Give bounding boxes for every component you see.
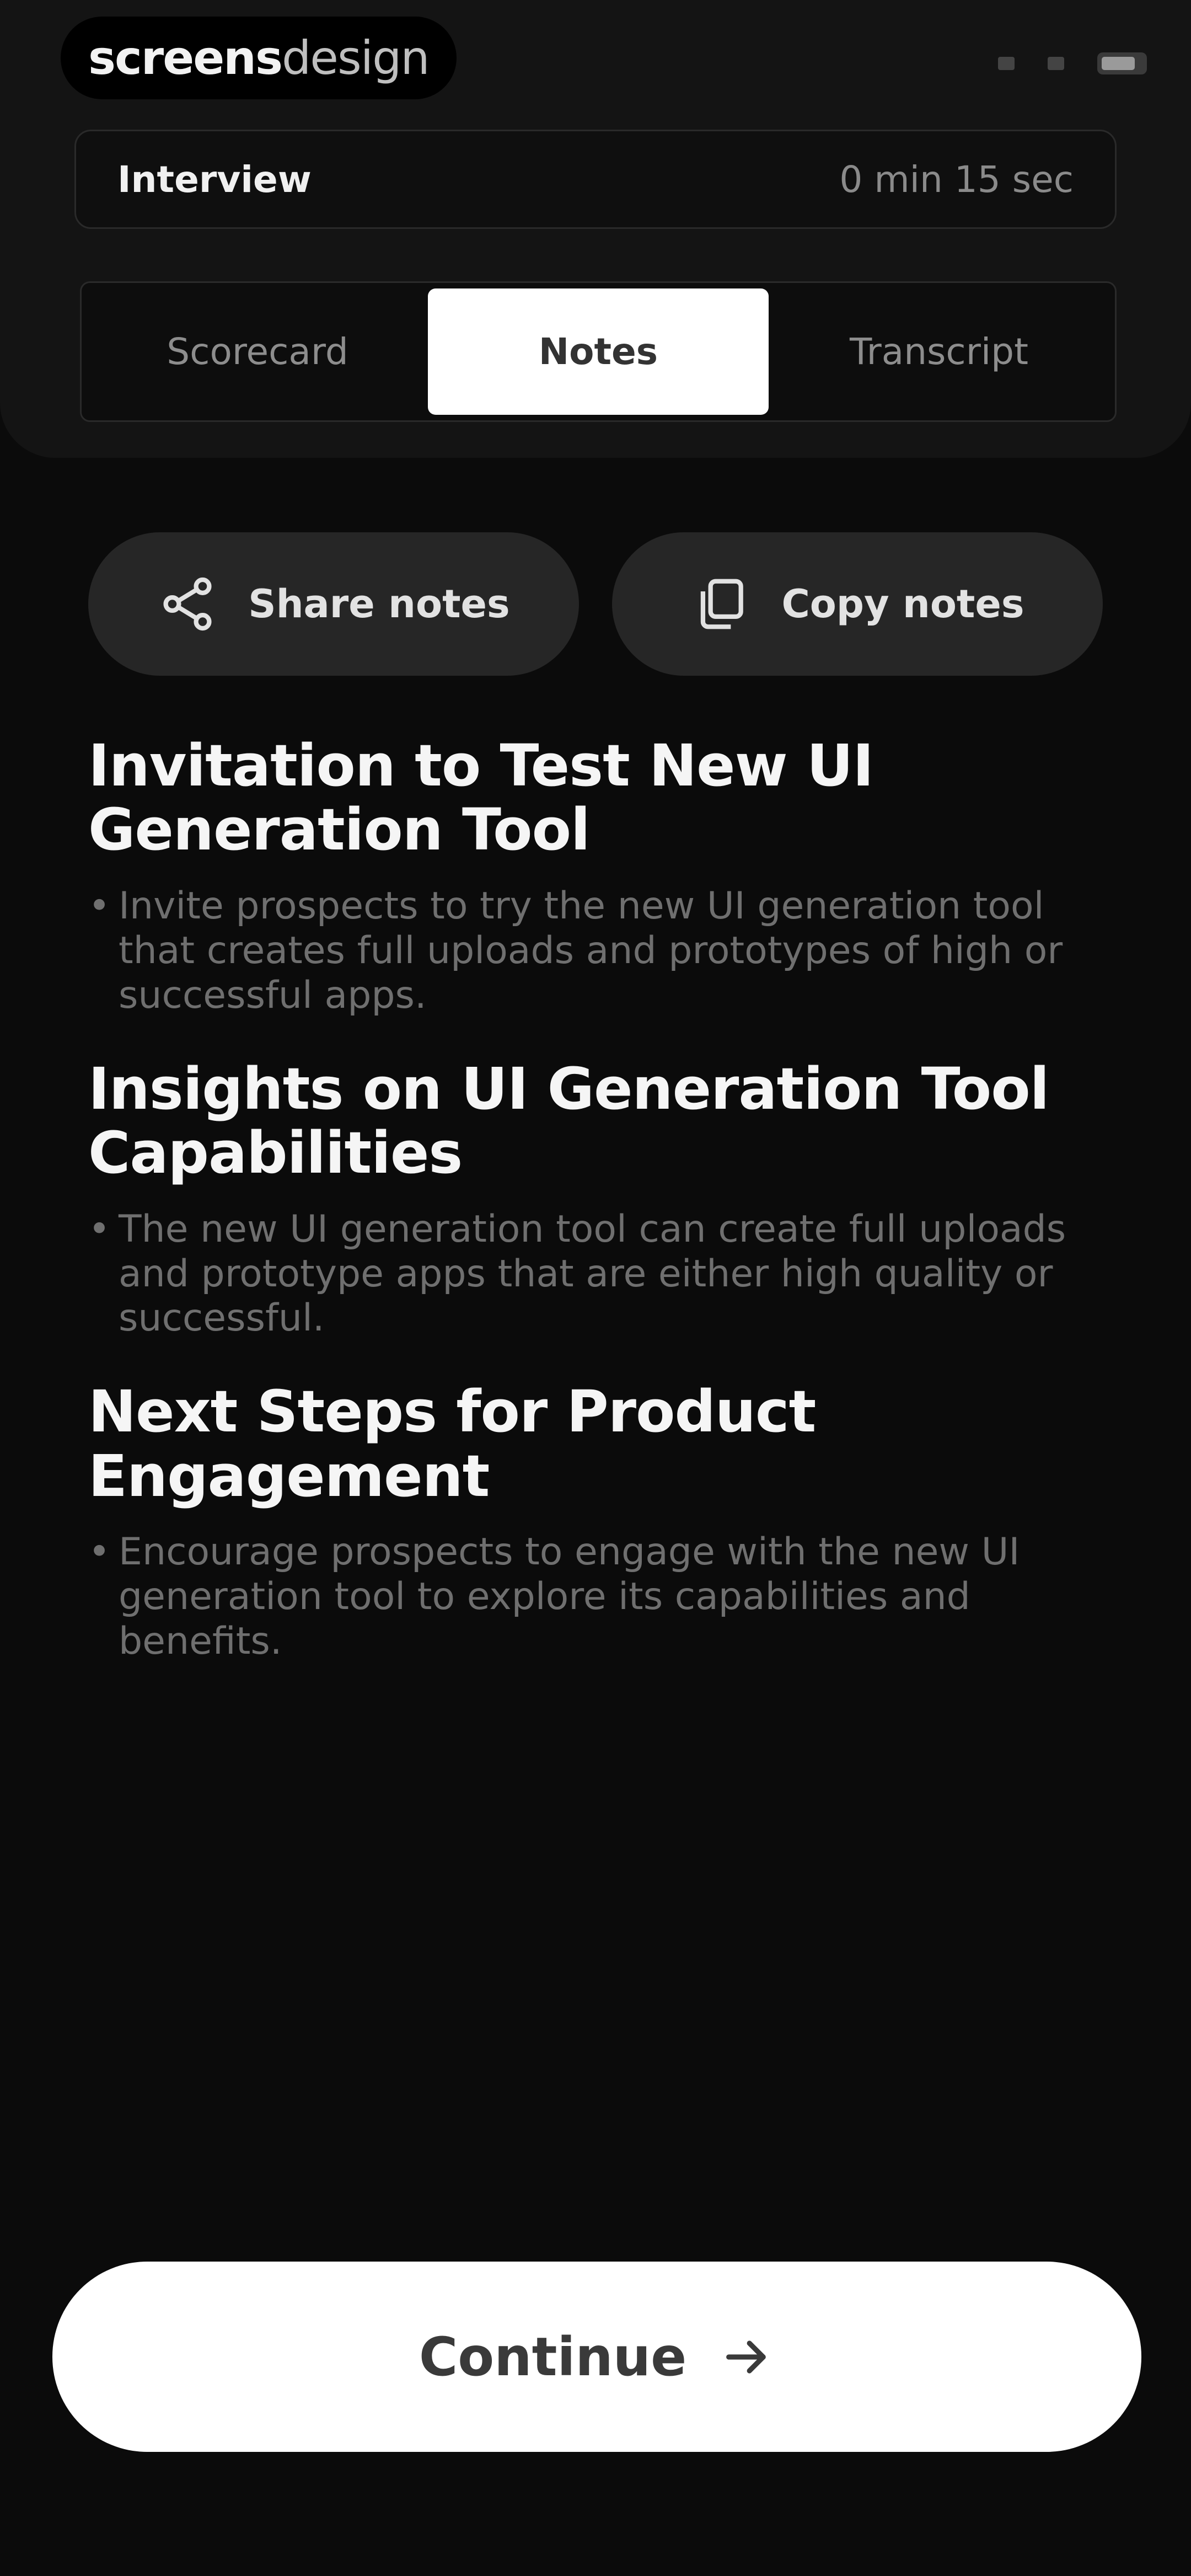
wifi-icon	[1048, 57, 1064, 70]
note-bullet-list: Invite prospects to try the new UI gener…	[88, 884, 1114, 1018]
tab-scorecard[interactable]: Scorecard	[87, 288, 428, 415]
share-notes-button[interactable]: Share notes	[88, 532, 579, 676]
copy-icon	[701, 579, 744, 629]
status-bar-icons	[998, 52, 1147, 74]
note-bullet-list: The new UI generation tool can create fu…	[88, 1207, 1114, 1342]
brand-logo-light: design	[281, 31, 430, 85]
note-section: Insights on UI Generation Tool Capabilit…	[88, 1055, 1114, 1342]
brand-logo: screens design	[61, 17, 457, 99]
note-heading: Insights on UI Generation Tool Capabilit…	[88, 1055, 1049, 1187]
note-bullet: The new UI generation tool can create fu…	[88, 1207, 1114, 1342]
interview-title: Interview	[117, 158, 312, 201]
tab-notes[interactable]: Notes	[428, 288, 769, 415]
note-section: Next Steps for Product Engagement Encour…	[88, 1380, 1114, 1664]
header-card: screens design Interview 0 min 15 sec Sco…	[0, 0, 1191, 458]
share-icon	[163, 577, 212, 631]
continue-button[interactable]: Continue	[52, 2262, 1141, 2452]
note-section: Invitation to Test New UI Generation Too…	[88, 734, 1114, 1018]
note-bullet: Encourage prospects to engage with the n…	[88, 1530, 1114, 1664]
note-heading: Invitation to Test New UI Generation Too…	[88, 732, 874, 864]
continue-label: Continue	[419, 2326, 687, 2388]
arrow-right-icon	[726, 2340, 766, 2374]
tab-bar: Scorecard Notes Transcript	[80, 281, 1117, 422]
note-heading: Next Steps for Product Engagement	[88, 1378, 816, 1510]
battery-icon	[1097, 52, 1147, 74]
signal-icon	[998, 57, 1015, 70]
share-notes-label: Share notes	[248, 581, 510, 627]
note-bullet: Invite prospects to try the new UI gener…	[88, 884, 1114, 1018]
notes-actions: Share notes Copy notes	[88, 532, 1103, 676]
copy-notes-label: Copy notes	[781, 581, 1024, 627]
brand-logo-bold: screens	[88, 31, 283, 85]
notes-screen: screens design Interview 0 min 15 sec Sco…	[0, 0, 1191, 2576]
tab-transcript[interactable]: Transcript	[769, 288, 1109, 415]
interview-timer: 0 min 15 sec	[839, 158, 1074, 201]
copy-notes-button[interactable]: Copy notes	[612, 532, 1103, 676]
interview-info-bar: Interview 0 min 15 sec	[74, 130, 1117, 229]
notes-content: Invitation to Test New UI Generation Too…	[88, 734, 1114, 1703]
note-bullet-list: Encourage prospects to engage with the n…	[88, 1530, 1114, 1664]
